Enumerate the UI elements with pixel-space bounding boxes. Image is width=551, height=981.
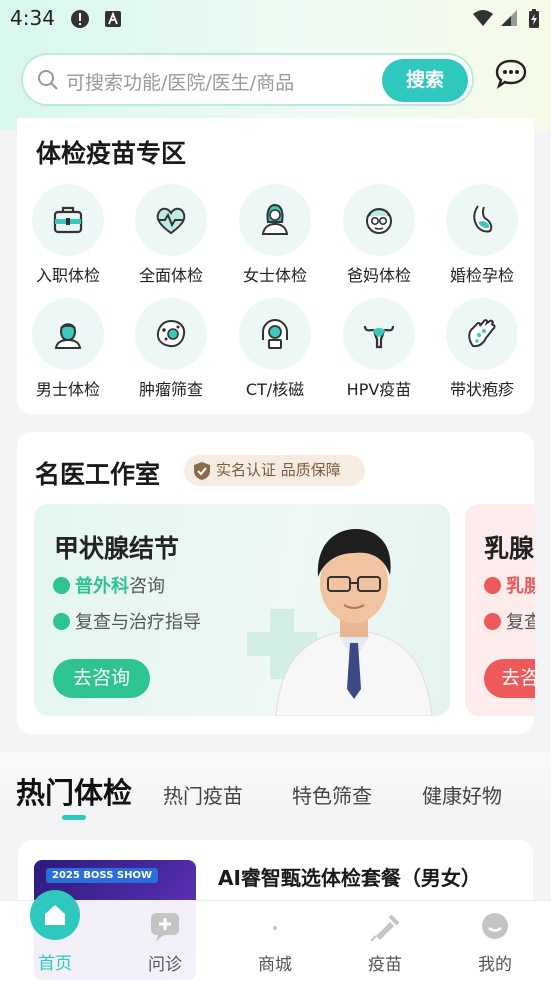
nav-vaccine[interactable]: 疫苗 xyxy=(330,910,440,975)
consult-icon xyxy=(151,913,179,941)
cell-icon xyxy=(156,319,186,348)
check-circle-icon xyxy=(53,613,70,630)
pregnancy-icon xyxy=(473,205,493,233)
wifi-icon xyxy=(473,10,493,26)
nav-profile[interactable]: 我的 xyxy=(440,910,550,975)
heart-pulse-icon xyxy=(156,207,186,235)
category-premarital-exam[interactable]: 婚检孕检 xyxy=(432,184,532,286)
tab-hot-vaccine[interactable]: 热门疫苗 xyxy=(163,780,243,809)
category-women-exam[interactable]: 女士体检 xyxy=(225,184,325,286)
category-hpv-vaccine[interactable]: HPV疫苗 xyxy=(329,298,429,400)
nav-consult[interactable]: 问诊 xyxy=(110,910,220,975)
doctor-card-dept: 乳腺 xyxy=(484,572,535,598)
check-circle-icon xyxy=(53,577,70,594)
briefcase-icon xyxy=(53,206,83,234)
doctor-card-thyroid[interactable]: 甲状腺结节 普外科咨询 复查与治疗指导 去咨询 xyxy=(34,504,450,716)
check-circle-icon xyxy=(484,613,501,630)
shield-check-icon xyxy=(194,462,210,480)
consult-button[interactable]: 去咨询 xyxy=(53,659,150,698)
search-bar[interactable]: 可搜索功能/医院/医生/商品 搜索 xyxy=(21,53,474,106)
category-full-exam[interactable]: 全面体检 xyxy=(121,184,221,286)
tab-health-goods[interactable]: 健康好物 xyxy=(422,780,502,809)
message-icon[interactable] xyxy=(494,58,528,90)
doctor-card-service: 复查与治疗指导 xyxy=(53,608,201,634)
alert-icon xyxy=(71,10,89,28)
hand-rash-icon xyxy=(468,319,496,348)
syringe-icon xyxy=(370,914,400,942)
nav-home[interactable]: 首页 xyxy=(0,945,110,974)
home-icon[interactable] xyxy=(30,890,80,940)
verification-badge: 实名认证 品质保障 xyxy=(184,455,365,486)
category-shingles[interactable]: 带状疱疹 xyxy=(432,298,532,400)
consult-button[interactable]: 去咨 xyxy=(484,659,535,698)
uterus-icon xyxy=(363,325,395,349)
vaccine-section-title: 体检疫苗专区 xyxy=(36,139,187,168)
nav-mall[interactable]: 商城 xyxy=(220,910,330,975)
package-name: AI睿智甄选体检套餐（男女） xyxy=(218,866,481,890)
doctor-card-breast[interactable]: 乳腺 乳腺 复查 去咨 xyxy=(465,504,535,716)
status-bar: 4:34 xyxy=(0,0,551,38)
profile-icon xyxy=(482,913,508,939)
app-notification-icon xyxy=(105,11,121,27)
doctor-card-title: 乳腺 xyxy=(484,534,535,563)
category-onboarding-exam[interactable]: 入职体检 xyxy=(18,184,118,286)
category-tumor-screening[interactable]: 肿瘤筛查 xyxy=(121,298,221,400)
category-ct-mri[interactable]: CT/核磁 xyxy=(225,298,325,400)
active-tab-indicator xyxy=(62,815,86,820)
tab-special-screening[interactable]: 特色筛查 xyxy=(292,780,372,809)
status-time: 4:34 xyxy=(10,6,55,30)
doctor-photo xyxy=(275,529,433,716)
man-icon xyxy=(54,323,82,349)
doctor-card-title: 甲状腺结节 xyxy=(54,534,180,563)
mall-icon xyxy=(273,926,277,930)
search-button[interactable]: 搜索 xyxy=(382,59,468,102)
woman-icon xyxy=(261,203,289,235)
category-men-exam[interactable]: 男士体检 xyxy=(18,298,118,400)
doctor-card-dept: 普外科咨询 xyxy=(53,572,165,598)
ct-scanner-icon xyxy=(262,318,288,349)
search-icon xyxy=(38,70,58,90)
elderly-icon xyxy=(366,208,392,234)
category-parents-exam[interactable]: 爸妈体检 xyxy=(329,184,429,286)
check-circle-icon xyxy=(484,577,501,594)
search-input[interactable]: 可搜索功能/医院/医生/商品 xyxy=(66,68,294,95)
signal-icon xyxy=(501,10,517,26)
battery-icon xyxy=(529,9,539,28)
doctor-section-title: 名医工作室 xyxy=(35,460,161,489)
doctor-card-service: 复查 xyxy=(484,608,535,634)
tab-hot-exam[interactable]: 热门体检 xyxy=(16,770,132,812)
